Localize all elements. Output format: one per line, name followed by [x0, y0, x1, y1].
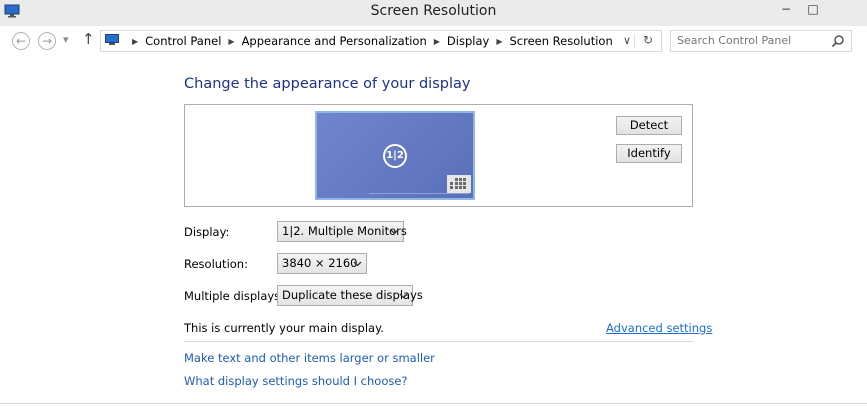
address-dropdown-button[interactable]: ∨ [623, 34, 631, 47]
breadcrumb-separator: ▶ [228, 37, 235, 46]
up-button[interactable]: ↑ [82, 30, 95, 48]
multiple-displays-label: Multiple displays: [184, 289, 285, 303]
display-settings-help-link[interactable]: What display settings should I choose? [184, 374, 408, 388]
display-select[interactable]: 1|2. Multiple Monitors [277, 221, 407, 242]
breadcrumb-screen-resolution[interactable]: Screen Resolution [509, 34, 612, 48]
control-panel-icon [105, 34, 119, 45]
tray-grid-icon [447, 175, 471, 193]
chevron-down-icon [353, 261, 362, 267]
address-bar[interactable]: ▶ Control Panel ▶ Appearance and Personaliz… [100, 30, 662, 52]
monitor-number-badge: 1|2 [383, 144, 407, 168]
breadcrumb-separator: ▶ [433, 37, 440, 46]
identify-button[interactable]: Identify [616, 144, 682, 163]
breadcrumb: ▶ Control Panel ▶ Appearance and Personaliz… [125, 34, 613, 48]
search-box[interactable] [670, 30, 852, 52]
divider [184, 341, 693, 342]
breadcrumb-display[interactable]: Display [447, 34, 489, 48]
title-bar: Screen Resolution − □ [0, 0, 867, 26]
advanced-settings-link[interactable]: Advanced settings [606, 321, 712, 335]
resolution-label: Resolution: [184, 257, 248, 271]
refresh-button[interactable]: ↻ [643, 33, 653, 47]
chevron-down-icon [390, 229, 399, 235]
minimize-button[interactable]: − [773, 0, 799, 20]
window-bottom-border [0, 403, 867, 404]
breadcrumb-separator: ▶ [132, 37, 139, 46]
multiple-displays-select[interactable]: Duplicate these displays [277, 285, 423, 306]
resolution-select[interactable]: 3840 × 2160 [277, 253, 367, 274]
search-input[interactable] [677, 34, 817, 47]
address-divider [634, 34, 635, 48]
breadcrumb-control-panel[interactable]: Control Panel [145, 34, 221, 48]
resolution-select-value: 3840 × 2160 [282, 256, 358, 270]
page-title: Change the appearance of your display [184, 76, 471, 92]
recent-locations-button[interactable]: ▾ [63, 33, 69, 46]
forward-button[interactable]: → [38, 32, 56, 50]
window-title: Screen Resolution [370, 3, 497, 19]
main-display-status: This is currently your main display. [184, 321, 384, 335]
navigation-bar: ← → ▾ ↑ ▶ Control Panel ▶ Appearance and Pe… [0, 26, 867, 58]
display-label: Display: [184, 225, 230, 239]
detect-button[interactable]: Detect [616, 116, 682, 135]
breadcrumb-appearance[interactable]: Appearance and Personalization [242, 34, 427, 48]
back-button[interactable]: ← [12, 32, 30, 50]
monitor-preview[interactable]: 1|2 [315, 111, 475, 200]
breadcrumb-separator: ▶ [496, 37, 503, 46]
text-size-link[interactable]: Make text and other items larger or smal… [184, 351, 435, 365]
display-select-value: 1|2. Multiple Monitors [282, 224, 407, 238]
maximize-button[interactable]: □ [800, 0, 826, 20]
search-icon[interactable] [831, 34, 845, 48]
monitor-taskbar [369, 193, 469, 194]
chevron-down-icon [399, 293, 408, 299]
